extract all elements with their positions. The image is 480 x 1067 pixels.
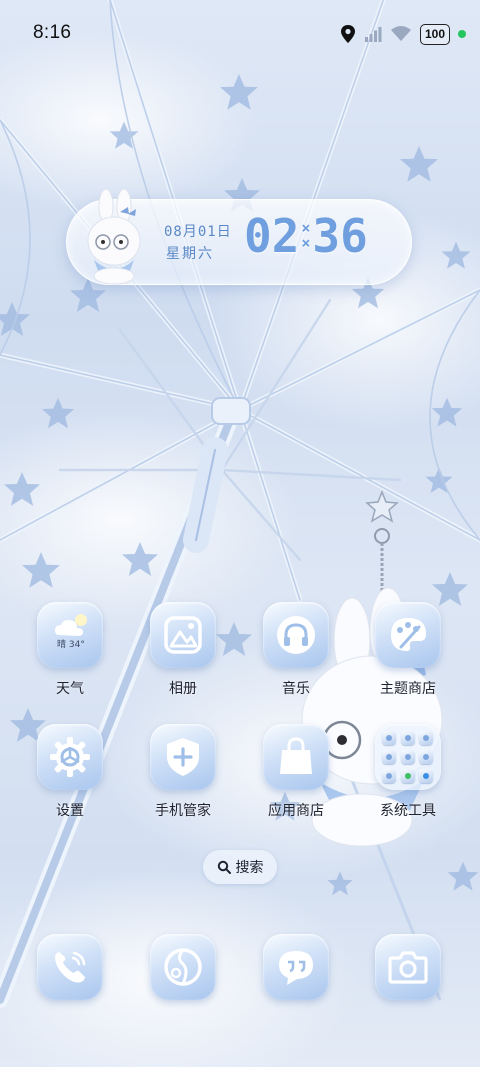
app-theme-store[interactable]: 主题商店 xyxy=(358,602,458,706)
dock-camera[interactable] xyxy=(358,934,458,1000)
widget-time: 02 × × 36 xyxy=(244,209,368,263)
status-indicator-dot xyxy=(458,30,466,38)
wifi-icon xyxy=(391,26,411,41)
battery-icon: 100 xyxy=(420,23,450,45)
app-settings[interactable]: 设置 xyxy=(20,724,120,828)
folder-mini-icon xyxy=(400,731,415,746)
app-label: 天气 xyxy=(56,681,84,697)
shopping-bag-icon xyxy=(263,724,329,790)
battery-level: 100 xyxy=(424,27,446,41)
cellular-signal-icon xyxy=(365,27,382,42)
dock-browser[interactable] xyxy=(133,934,233,1000)
dock-phone[interactable] xyxy=(20,934,120,1000)
palette-icon xyxy=(375,602,441,668)
widget-date: 08月01日 xyxy=(164,224,232,240)
weather-icon: 晴 34° xyxy=(37,602,103,668)
app-label: 音乐 xyxy=(282,681,310,697)
folder-mini-icon xyxy=(382,731,396,746)
search-button[interactable]: 搜索 xyxy=(203,850,277,884)
app-label: 主题商店 xyxy=(380,681,436,697)
browser-icon xyxy=(150,934,216,1000)
widget-weekday: 星期六 xyxy=(166,246,214,262)
status-icons: 100 xyxy=(340,22,466,46)
shield-plus-icon xyxy=(150,724,216,790)
app-weather[interactable]: 晴 34° 天气 xyxy=(20,602,120,706)
app-phone-manager[interactable]: 手机管家 xyxy=(133,724,233,828)
folder-mini-icon xyxy=(419,731,434,746)
app-label: 系统工具 xyxy=(380,803,436,819)
widget-time-separator: × × xyxy=(301,219,311,252)
widget-minute: 36 xyxy=(312,209,368,263)
messages-icon xyxy=(263,934,329,1000)
app-label: 设置 xyxy=(56,803,84,819)
app-label: 相册 xyxy=(169,681,197,697)
status-time: 8:16 xyxy=(33,22,72,43)
app-gallery[interactable]: 相册 xyxy=(133,602,233,706)
dock-messages[interactable] xyxy=(246,934,346,1000)
gallery-icon xyxy=(150,602,216,668)
folder-mini-icon xyxy=(400,768,415,783)
folder-icon xyxy=(375,724,441,790)
folder-mini-icon xyxy=(400,749,415,764)
location-pin-icon xyxy=(341,25,355,43)
app-app-store[interactable]: 应用商店 xyxy=(246,724,346,828)
app-label: 应用商店 xyxy=(268,803,324,819)
phone-icon xyxy=(37,934,103,1000)
search-label: 搜索 xyxy=(235,860,264,876)
search-icon xyxy=(217,860,231,874)
headphones-icon xyxy=(263,602,329,668)
folder-mini-icon xyxy=(382,749,396,764)
folder-mini-icon xyxy=(419,749,434,764)
folder-mini-icon xyxy=(382,768,396,783)
gear-icon xyxy=(37,724,103,790)
camera-icon xyxy=(375,934,441,1000)
widget-hour: 02 xyxy=(244,209,300,263)
app-music[interactable]: 音乐 xyxy=(246,602,346,706)
weather-text: 晴 34° xyxy=(57,640,85,650)
status-bar: 8:16 100 xyxy=(0,0,480,68)
app-label: 手机管家 xyxy=(155,803,211,819)
app-system-tools-folder[interactable]: 系统工具 xyxy=(358,724,458,828)
bunny-sticker-icon xyxy=(87,188,141,285)
folder-mini-icon xyxy=(419,768,434,783)
